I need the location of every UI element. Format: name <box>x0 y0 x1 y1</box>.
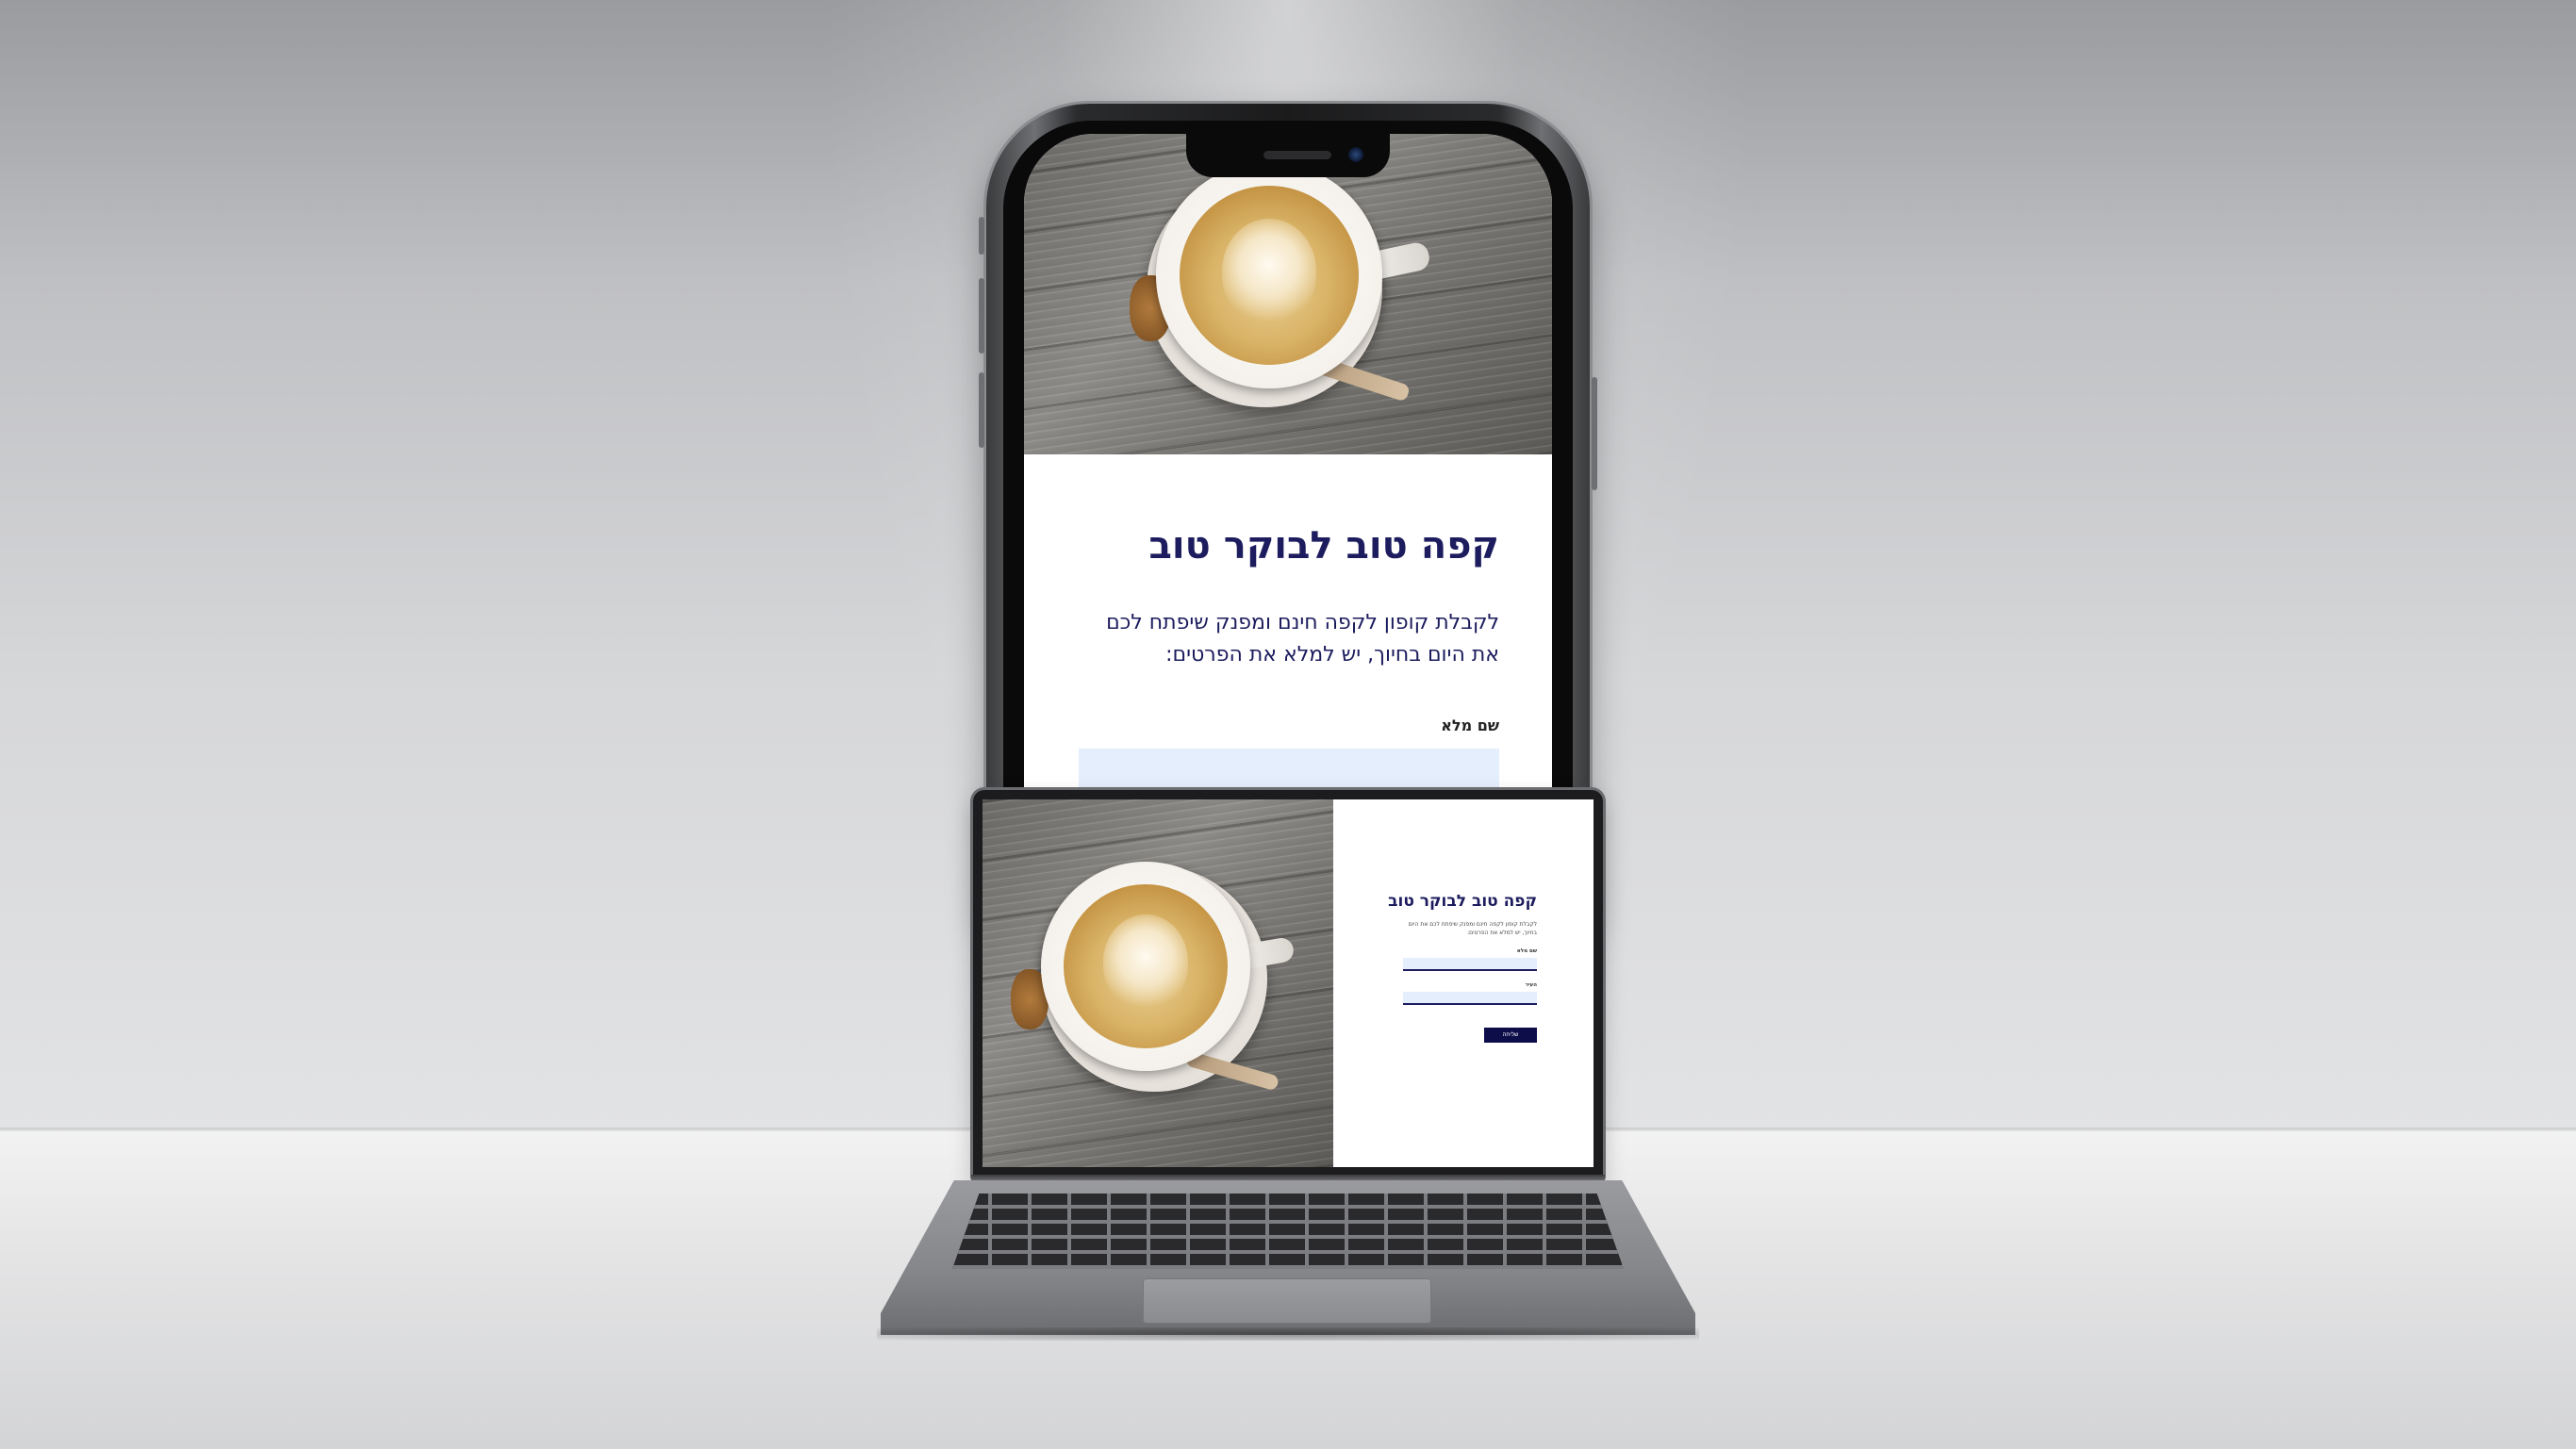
keyboard-rows <box>952 1194 1624 1269</box>
laptop-shadow <box>877 1327 1699 1341</box>
full-name-label: שם מלא <box>1441 716 1499 734</box>
laptop-screen: קפה טוב לבוקר טוב לקבלת קופון לקפה חינם … <box>983 799 1593 1167</box>
coffee-hero-image <box>1024 134 1552 454</box>
full-name-input[interactable] <box>1403 958 1537 971</box>
camera-icon <box>1348 147 1363 162</box>
full-name-label: שם מלא <box>1516 948 1537 954</box>
phone-notch <box>1186 134 1390 177</box>
latte-art <box>1222 219 1316 322</box>
city-label: העיר <box>1525 982 1537 988</box>
city-input[interactable] <box>1403 992 1537 1005</box>
page-subtitle: לקבלת קופון לקפה חינם ומפנק שיפתח לכם את… <box>1408 921 1537 936</box>
laptop-form-panel: קפה טוב לבוקר טוב לקבלת קופון לקפה חינם … <box>1333 799 1593 1167</box>
phone-button-volume-up <box>979 278 984 354</box>
laptop-lid: קפה טוב לבוקר טוב לקבלת קופון לקפה חינם … <box>973 790 1603 1180</box>
phone-button-volume-down <box>979 372 984 448</box>
page-title: קפה טוב לבוקר טוב <box>1148 524 1499 568</box>
latte-art <box>1103 914 1188 1009</box>
page-subtitle: לקבלת קופון לקפה חינם ומפנק שיפתח לכם את… <box>1106 611 1499 667</box>
trackpad <box>1143 1278 1431 1324</box>
phone-button-power <box>1592 377 1597 490</box>
coffee-hero-image <box>983 799 1333 1167</box>
page-title: קפה טוב לבוקר טוב <box>1388 892 1537 911</box>
speaker-icon <box>1263 151 1331 159</box>
submit-button[interactable]: שליחה <box>1484 1028 1537 1043</box>
phone-button-silent <box>979 217 984 255</box>
